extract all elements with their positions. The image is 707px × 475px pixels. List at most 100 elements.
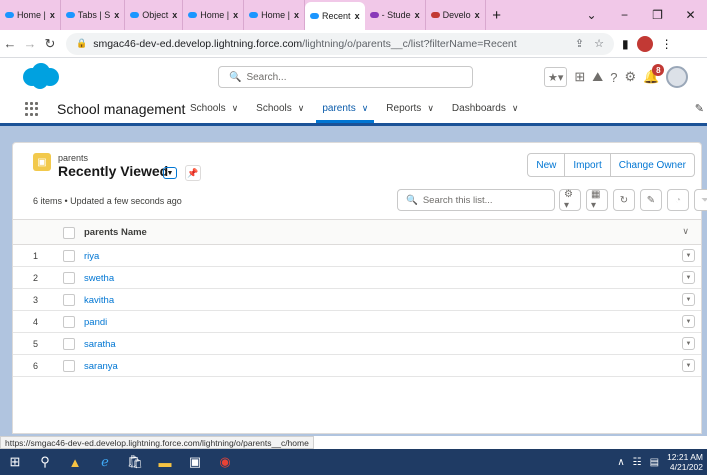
chevron-down-icon[interactable]: ∨ <box>427 103 434 114</box>
record-link[interactable]: kavitha <box>84 295 114 306</box>
file-explorer-icon[interactable]: ▬ <box>150 449 180 475</box>
pin-list-view-icon[interactable]: 📌 <box>185 165 201 181</box>
close-icon[interactable]: x <box>114 10 119 20</box>
share-icon[interactable]: ⇪ <box>575 37 584 50</box>
close-icon[interactable]: x <box>355 11 360 21</box>
browser-tab-8[interactable]: Develo x <box>426 0 486 30</box>
browser-tab-1[interactable]: Home | x <box>0 0 61 30</box>
browser-tab-6-active[interactable]: Recent x <box>305 2 365 30</box>
list-search-input[interactable]: 🔍 Search this list... <box>397 189 555 211</box>
nav-item-schools[interactable]: Schools ∨ <box>184 94 244 123</box>
record-link[interactable]: saratha <box>84 339 116 350</box>
close-icon[interactable]: x <box>415 10 420 20</box>
tray-chevron-up-icon[interactable]: ∧ <box>617 457 624 468</box>
windows-start-icon[interactable]: ⊞ <box>0 449 30 475</box>
nav-item-reports[interactable]: Reports ∨ <box>380 94 440 123</box>
user-avatar[interactable] <box>666 66 689 88</box>
row-actions-chevron-icon[interactable]: ▼ <box>682 315 695 328</box>
global-search-input[interactable]: 🔍 Search... <box>218 66 473 88</box>
import-button[interactable]: Import <box>565 153 611 177</box>
row-actions-chevron-icon[interactable]: ▼ <box>682 249 695 262</box>
minimize-icon[interactable]: − <box>608 8 641 22</box>
notifications-bell-icon[interactable]: 🔔 8 <box>643 64 665 85</box>
profile-avatar[interactable] <box>636 35 653 52</box>
filter-icon[interactable]: ⏷ <box>694 189 707 211</box>
nav-item-dashboards[interactable]: Dashboards ∨ <box>446 94 525 123</box>
close-icon[interactable]: x <box>172 10 177 20</box>
back-arrow-icon[interactable]: ← <box>0 36 20 51</box>
list-view-name: Recently Viewed <box>58 163 169 179</box>
chevron-down-icon[interactable]: ⌄ <box>575 8 608 22</box>
trailhead-icon[interactable]: ⛰ <box>592 69 603 85</box>
salesforce-logo-icon[interactable] <box>20 62 62 90</box>
nav-item-schools-2[interactable]: Schools ∨ <box>250 94 310 123</box>
reload-icon[interactable]: ↻ <box>40 36 60 52</box>
browser-tab-label: - Stude <box>381 10 411 20</box>
column-header-parents-name[interactable]: parents Name <box>84 227 147 238</box>
row-actions-chevron-icon[interactable]: ▼ <box>682 271 695 284</box>
new-button[interactable]: New <box>527 153 566 177</box>
close-icon[interactable]: x <box>294 10 299 20</box>
browser-tab-4[interactable]: Home | x <box>183 0 245 30</box>
row-actions-chevron-icon[interactable]: ▼ <box>682 359 695 372</box>
browser-tab-5[interactable]: Home | x <box>244 0 306 30</box>
record-link[interactable]: swetha <box>84 273 114 284</box>
search-icon[interactable]: ⚲ <box>30 449 60 475</box>
row-checkbox[interactable] <box>63 272 75 284</box>
taskbar-clock[interactable]: 12:21 AM 4/21/202 <box>667 452 703 472</box>
charts-icon[interactable]: ◔ <box>667 189 689 211</box>
row-actions-chevron-icon[interactable]: ▼ <box>682 293 695 306</box>
row-checkbox[interactable] <box>63 338 75 350</box>
record-link[interactable]: saranya <box>84 361 118 372</box>
menu-kebab-icon[interactable]: ⋮ <box>661 37 673 51</box>
display-as-table-icon[interactable]: ▦ ▾ <box>586 189 608 211</box>
close-icon[interactable]: x <box>475 10 480 20</box>
new-tab-button[interactable]: + <box>486 7 508 24</box>
list-view-controls-gear-icon[interactable]: ⚙ ▾ <box>559 189 581 211</box>
select-all-checkbox[interactable] <box>63 227 75 239</box>
table-row: 4 pandi ▼ <box>13 311 701 333</box>
store-bag-icon[interactable]: 🛍 <box>120 449 150 475</box>
browser-tab-7[interactable]: - Stude x <box>365 0 426 30</box>
maximize-icon[interactable]: ❐ <box>641 8 674 22</box>
chrome-icon[interactable]: ◉ <box>210 449 240 475</box>
list-view-tools: ⚙ ▾ ▦ ▾ ↻ ✎ ◔ ⏷ <box>559 189 707 211</box>
edit-nav-pencil-icon[interactable]: ✎ <box>695 102 704 115</box>
list-view-dropdown-icon[interactable]: ▼ <box>163 167 177 179</box>
notifications-tray-icon[interactable]: ▤ <box>650 457 659 468</box>
record-link[interactable]: pandi <box>84 317 107 328</box>
close-icon[interactable]: x <box>233 10 238 20</box>
vlc-cone-icon[interactable]: ▲ <box>60 449 90 475</box>
refresh-icon[interactable]: ↻ <box>613 189 635 211</box>
close-icon[interactable]: x <box>50 10 55 20</box>
setup-gear-icon[interactable]: ⚙ <box>624 69 636 85</box>
nav-item-parents[interactable]: parents ∨ <box>316 94 375 123</box>
edge-browser-icon[interactable]: ℯ <box>90 449 120 475</box>
chevron-down-icon[interactable]: ∨ <box>512 103 519 114</box>
browser-tab-3[interactable]: Object x <box>125 0 184 30</box>
chevron-down-icon[interactable]: ∨ <box>362 103 369 114</box>
row-checkbox[interactable] <box>63 316 75 328</box>
record-link[interactable]: riya <box>84 251 99 262</box>
row-checkbox[interactable] <box>63 250 75 262</box>
chevron-down-icon[interactable]: ∨ <box>298 103 305 114</box>
favorites-star-icon[interactable]: ★▾ <box>544 67 568 87</box>
row-actions-chevron-icon[interactable]: ▼ <box>682 337 695 350</box>
inline-edit-pencil-icon[interactable]: ✎ <box>640 189 662 211</box>
side-panel-icon[interactable]: ▮ <box>622 37 629 51</box>
column-actions-chevron-icon[interactable]: ∨ <box>682 226 689 237</box>
bookmark-star-icon[interactable]: ☆ <box>594 37 604 50</box>
change-owner-button[interactable]: Change Owner <box>610 153 695 177</box>
chevron-down-icon[interactable]: ∨ <box>232 103 239 114</box>
row-checkbox[interactable] <box>63 360 75 372</box>
app-launcher-waffle-icon[interactable] <box>25 102 39 116</box>
photos-icon[interactable]: ▣ <box>180 449 210 475</box>
browser-tab-2[interactable]: Tabs | Sx <box>61 0 126 30</box>
row-checkbox[interactable] <box>63 294 75 306</box>
language-icon[interactable]: ☷ <box>633 457 642 468</box>
close-window-icon[interactable]: ✕ <box>674 8 707 22</box>
url-field[interactable]: 🔒 smgac46-dev-ed.develop.lightning.force… <box>66 32 614 55</box>
global-actions-plus-icon[interactable]: ⊞ <box>574 69 585 85</box>
help-question-icon[interactable]: ? <box>610 70 617 85</box>
forward-arrow-icon[interactable]: → <box>20 36 40 51</box>
